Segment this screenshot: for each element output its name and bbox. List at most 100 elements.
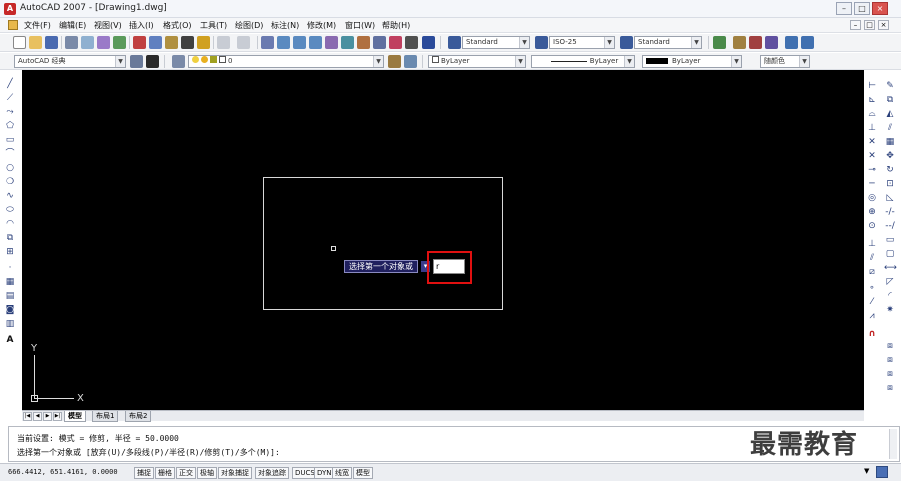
text-front-icon[interactable]: ⧈ (884, 382, 896, 394)
last-tab-button[interactable]: ▶| (53, 412, 62, 421)
design-center-icon[interactable] (341, 36, 354, 49)
3d-dwf-icon[interactable] (113, 36, 126, 49)
snap-toggle[interactable]: 捕捉 (134, 467, 154, 479)
layer-select[interactable]: 0 ▼ (188, 55, 384, 68)
cut-icon[interactable] (133, 36, 146, 49)
lineweight-select[interactable]: ByLayer ▼ (642, 55, 742, 68)
dim-style-manager-icon[interactable]: ⩘ (866, 310, 878, 322)
dim-style-select[interactable]: ISO-25 ▼ (549, 36, 615, 49)
osnap-toggle[interactable]: 对象捕捉 (218, 467, 252, 479)
center-mark-icon[interactable]: ⫽ (866, 252, 878, 264)
diameter-icon[interactable]: ⊸ (866, 164, 878, 176)
layer-manager-icon[interactable] (172, 55, 185, 68)
layer-previous-icon[interactable] (749, 36, 762, 49)
circle-icon[interactable]: ○ (4, 162, 16, 174)
spline-icon[interactable]: ∿ (4, 190, 16, 202)
jogged-icon[interactable]: ✕ (866, 150, 878, 162)
polar-toggle[interactable]: 极轴 (197, 467, 217, 479)
close-button[interactable]: × (872, 2, 888, 15)
polygon-icon[interactable]: ⬠ (4, 120, 16, 132)
region-icon[interactable]: ◙ (4, 304, 16, 316)
properties-icon[interactable] (325, 36, 338, 49)
layer-states-icon[interactable] (713, 36, 726, 49)
zoom-previous-icon[interactable] (309, 36, 322, 49)
first-tab-button[interactable]: |◀ (23, 412, 32, 421)
copy-object-icon[interactable]: ⧉ (884, 94, 896, 106)
layer-isolate-icon[interactable] (785, 36, 798, 49)
tab-layout2[interactable]: 布局2 (125, 411, 152, 422)
clean-screen-icon[interactable] (876, 466, 888, 478)
radius-icon[interactable]: ✕ (866, 136, 878, 148)
chamfer-icon[interactable]: ◸ (884, 276, 896, 288)
table-icon[interactable]: ▥ (4, 318, 16, 330)
plotstyle-select[interactable]: 随颜色 ▼ (760, 55, 810, 68)
insert-block-icon[interactable]: ⧉ (4, 232, 16, 244)
prev-tab-button[interactable]: ◀ (33, 412, 42, 421)
undo-icon[interactable] (217, 36, 230, 49)
tool-palettes-icon[interactable] (357, 36, 370, 49)
send-back-icon[interactable]: ⧈ (884, 368, 896, 380)
stretch-icon[interactable]: ◺ (884, 192, 896, 204)
multiline-text-icon[interactable]: A (4, 334, 16, 346)
menu-edit[interactable]: 编辑(E) (56, 19, 89, 32)
command-prompt-line[interactable]: 选择第一个对象或 [放弃(U)/多段线(P)/半径(R)/修剪(T)/多个(M)… (17, 447, 280, 458)
array-icon[interactable]: ▦ (884, 136, 896, 148)
rectangle-icon[interactable]: ▭ (4, 134, 16, 146)
baseline-icon[interactable]: ⊕ (866, 206, 878, 218)
workspace-settings-icon[interactable] (130, 55, 143, 68)
ordinate-icon[interactable]: ⊥ (866, 122, 878, 134)
rotate-icon[interactable]: ↻ (884, 164, 896, 176)
save-icon[interactable] (45, 36, 58, 49)
layer-unisolate-icon[interactable] (801, 36, 814, 49)
next-tab-button[interactable]: ▶ (43, 412, 52, 421)
arc-icon[interactable]: ⌒ (4, 148, 16, 160)
menu-format[interactable]: 格式(O) (160, 19, 195, 32)
otrack-toggle[interactable]: 对象追踪 (255, 467, 289, 479)
plot-preview-icon[interactable] (81, 36, 94, 49)
revision-cloud-icon[interactable]: ❍ (4, 176, 16, 188)
make-current-icon[interactable] (765, 36, 778, 49)
new-icon[interactable] (13, 36, 26, 49)
quick-dimension-icon[interactable]: ◎ (866, 192, 878, 204)
workspace-select[interactable]: AutoCAD 经典 ▼ (14, 55, 126, 68)
help-icon[interactable] (422, 36, 435, 49)
polyline-icon[interactable]: ⤳ (4, 106, 16, 118)
linetype-select[interactable]: ByLayer ▼ (531, 55, 635, 68)
quickcalc-icon[interactable] (405, 36, 418, 49)
layer-icon[interactable] (733, 36, 746, 49)
ellipse-arc-icon[interactable]: ◠ (4, 218, 16, 230)
redo-icon[interactable] (237, 36, 250, 49)
open-icon[interactable] (29, 36, 42, 49)
autocad-app-icon[interactable]: A (4, 3, 16, 15)
fillet-icon[interactable]: ◜ (884, 290, 896, 302)
menu-view[interactable]: 视图(V) (91, 19, 125, 32)
menu-draw[interactable]: 绘图(D) (232, 19, 266, 32)
continue-icon[interactable]: ⊙ (866, 220, 878, 232)
join-icon[interactable]: ⟷ (884, 262, 897, 274)
layer-previous-2-icon[interactable] (404, 55, 417, 68)
arc-length-icon[interactable]: ⌓ (866, 108, 878, 120)
dim-update-icon[interactable]: ⁄ (866, 296, 878, 308)
status-menu-arrow-icon[interactable]: ▼ (864, 467, 869, 475)
make-block-icon[interactable]: ⊞ (4, 246, 16, 258)
menu-help[interactable]: 帮助(H) (379, 19, 413, 32)
break-icon[interactable]: ▢ (884, 248, 896, 260)
plot-icon[interactable] (65, 36, 78, 49)
copy-icon[interactable] (149, 36, 162, 49)
paste-icon[interactable] (165, 36, 178, 49)
draworder-icon[interactable]: ⧈ (884, 340, 896, 352)
maximize-button[interactable]: □ (854, 2, 870, 15)
break-at-point-icon[interactable]: ▭ (884, 234, 896, 246)
doc-close-button[interactable]: × (878, 20, 889, 30)
command-scrollbar[interactable] (889, 429, 897, 459)
linear-dimension-icon[interactable]: ⊢ (866, 80, 878, 92)
drawn-rectangle[interactable] (263, 177, 503, 310)
ortho-toggle[interactable]: 正交 (176, 467, 196, 479)
block-editor-icon[interactable] (197, 36, 210, 49)
mirror-icon[interactable]: ◭ (884, 108, 896, 120)
menu-tools[interactable]: 工具(T) (197, 19, 230, 32)
doc-restore-button[interactable]: □ (864, 20, 875, 30)
tab-layout1[interactable]: 布局1 (92, 411, 119, 422)
lineweight-toggle[interactable]: 线宽 (332, 467, 352, 479)
tolerance-icon[interactable]: ⊥ (866, 238, 878, 250)
